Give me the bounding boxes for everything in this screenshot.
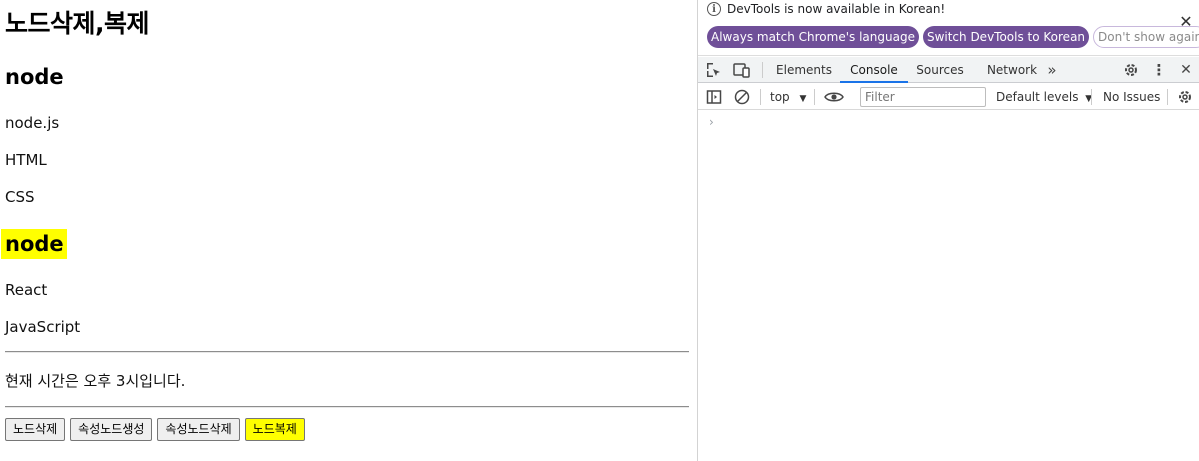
gear-icon[interactable] [1122, 61, 1140, 79]
infobar-actions: Always match Chrome's language Switch De… [707, 26, 1199, 48]
tab-network[interactable]: Network [978, 57, 1046, 83]
list-item: CSS [5, 188, 35, 206]
devtools-tabbar: Elements Console Sources Network » ⋮ ✕ [698, 57, 1199, 83]
context-selector[interactable]: top ▼ [770, 84, 806, 110]
divider [760, 89, 761, 105]
close-icon[interactable]: ✕ [1177, 61, 1195, 79]
devtools-panel: i DevTools is now available in Korean! ✕… [697, 0, 1199, 461]
switch-korean-button[interactable]: Switch DevTools to Korean [922, 26, 1090, 48]
levels-label: Default levels [996, 90, 1079, 104]
divider [762, 62, 763, 78]
list-item: JavaScript [5, 318, 81, 336]
console-settings-gear-icon[interactable] [1176, 88, 1194, 106]
create-attribute-node-button[interactable]: 속성노드생성 [70, 418, 153, 441]
list-item: React [5, 281, 48, 299]
node-heading-1: node [5, 65, 64, 89]
sidebar-toggle-icon[interactable] [705, 88, 723, 106]
node-heading-2-highlighted: node [1, 229, 67, 259]
kebab-menu-icon[interactable]: ⋮ [1150, 61, 1168, 79]
divider [5, 406, 689, 408]
match-language-button[interactable]: Always match Chrome's language [707, 26, 919, 48]
eye-icon[interactable] [823, 88, 845, 106]
divider [814, 89, 815, 105]
language-infobar: i DevTools is now available in Korean! ✕… [698, 0, 1199, 56]
dont-show-again-button[interactable]: Don't show again [1093, 26, 1199, 48]
inspect-element-icon[interactable] [705, 61, 723, 79]
clone-node-button[interactable]: 노드복제 [244, 418, 305, 441]
issues-counter[interactable]: No Issues [1103, 84, 1160, 110]
console-toolbar: top ▼ Default levels ▼ No Issues [698, 84, 1199, 110]
tab-sources[interactable]: Sources [910, 57, 970, 83]
button-row: 노드삭제 속성노드생성 속성노드삭제 노드복제 [5, 418, 305, 441]
tab-elements[interactable]: Elements [770, 57, 838, 83]
list-item: HTML [5, 151, 47, 169]
device-toolbar-icon[interactable] [733, 61, 751, 79]
divider [1167, 89, 1168, 105]
filter-input[interactable] [860, 87, 986, 107]
list-item: node.js [5, 114, 60, 132]
log-levels-dropdown[interactable]: Default levels ▼ [996, 84, 1092, 110]
delete-attribute-node-button[interactable]: 속성노드삭제 [157, 418, 240, 441]
context-label: top [770, 90, 790, 104]
info-icon: i [707, 2, 721, 16]
chevron-down-icon: ▼ [799, 94, 807, 104]
infobar-message: i DevTools is now available in Korean! [707, 1, 945, 17]
delete-node-button[interactable]: 노드삭제 [5, 418, 66, 441]
divider [5, 351, 689, 353]
infobar-text: DevTools is now available in Korean! [727, 2, 946, 16]
divider [1091, 89, 1092, 105]
time-text: 현재 시간은 오후 3시입니다. [5, 372, 186, 390]
tab-console[interactable]: Console [840, 57, 908, 83]
more-tabs-icon[interactable]: » [1043, 61, 1061, 79]
web-page: 노드삭제,복제 node node.js HTML CSS node React… [0, 0, 697, 461]
page-title: 노드삭제,복제 [5, 9, 150, 38]
clear-console-icon[interactable] [733, 88, 751, 106]
console-prompt[interactable]: › [709, 115, 714, 129]
